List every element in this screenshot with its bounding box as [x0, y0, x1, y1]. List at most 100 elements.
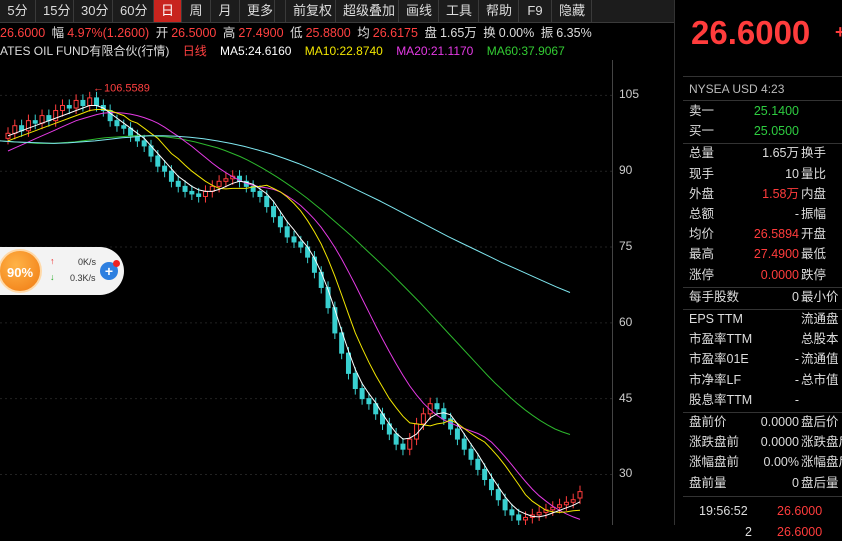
turnover-label: 换	[483, 26, 496, 40]
open-label: 开	[155, 26, 169, 40]
candle-body-43	[298, 241, 304, 248]
candle-body-52	[359, 388, 365, 400]
candle-body-8	[59, 104, 65, 112]
toolbar-item-9[interactable]: 超级叠加	[336, 0, 399, 22]
panel-row-value: 25.0500	[753, 124, 799, 139]
candle-body-40	[277, 216, 283, 228]
candle-body-66	[454, 428, 460, 440]
candle-body-72	[495, 489, 501, 501]
y-tick-1: 90	[619, 163, 633, 178]
toolbar-item-0[interactable]: 5分	[0, 0, 36, 22]
panel-row-12: 市盈率01E - 流通值	[689, 350, 842, 368]
panel-row-right-label: 开盘	[801, 227, 827, 242]
y-tick-5: 30	[619, 466, 633, 481]
candle-body-13	[94, 97, 100, 106]
candle-body-75	[516, 514, 522, 521]
tick-time: 2	[745, 524, 752, 539]
candle-body-68	[468, 448, 474, 460]
panel-price: 26.6000	[691, 14, 811, 51]
candle-body-20	[141, 140, 147, 147]
ma20-line	[7, 112, 581, 520]
ma5-value: MA5:24.6160	[220, 44, 292, 58]
panel-row-right-label: 最低	[801, 247, 827, 262]
y-tick-4: 45	[619, 390, 633, 405]
high-value: 27.4900	[238, 26, 284, 40]
open-value: 26.5000	[171, 26, 217, 40]
toolbar-item-2[interactable]: 30分	[74, 0, 113, 22]
upload-arrow-icon: ↑	[50, 256, 55, 266]
candle-body-63	[434, 403, 440, 410]
toolbar-item-12[interactable]: 帮助	[479, 0, 519, 22]
panel-row-label: 现手	[689, 166, 715, 181]
candle-body-41	[284, 226, 290, 238]
toolbar-item-7[interactable]: 更多	[240, 0, 275, 22]
panel-row-label: 盘前量	[689, 475, 727, 490]
candle-body-28	[196, 193, 202, 197]
candle-body-61	[420, 413, 426, 425]
candle-body-22	[155, 155, 161, 167]
candle-body-60	[414, 423, 420, 440]
instrument-name: ATES OIL FUND有限合伙(行情)	[0, 44, 170, 58]
panel-row-10: EPS TTM 流通盘	[689, 310, 842, 328]
candle-body-48	[332, 307, 338, 334]
turnover-value: 0.00%	[498, 26, 535, 40]
candle-body-26	[182, 185, 188, 192]
panel-row-14: 股息率TTM -	[689, 391, 842, 409]
toolbar-item-13[interactable]: F9	[519, 0, 552, 22]
low-label: 低	[290, 26, 303, 40]
toolbar-item-1[interactable]: 15分	[36, 0, 74, 22]
panel-row-value: 0.00%	[763, 455, 799, 470]
panel-row-value: 10	[785, 166, 799, 181]
candle-body-76	[523, 516, 529, 521]
toolbar-item-10[interactable]: 画线	[399, 0, 439, 22]
y-tick-3: 60	[619, 314, 633, 329]
candle-body-82	[563, 501, 569, 506]
panel-separator	[683, 495, 842, 497]
tick-price: 26.6000	[777, 503, 823, 518]
panel-row-right-label: 换手	[801, 146, 827, 161]
price-axis: 105 90 75 60 45 30	[612, 60, 675, 525]
candle-body-29	[202, 190, 208, 197]
panel-row-right-label: 涨跌盘后	[801, 435, 842, 450]
toolbar-spacer	[275, 0, 286, 22]
panel-row-11: 市盈率TTM 总股本	[689, 330, 842, 348]
tick-row-1: 2 26.6000	[689, 523, 842, 541]
candle-body-46	[318, 271, 324, 288]
candle-body-58	[400, 443, 406, 450]
candle-body-73	[502, 499, 508, 511]
panel-row-right-label: 总市值	[801, 372, 839, 387]
panel-row-value: 0.0000	[760, 267, 799, 282]
toolbar-item-6[interactable]: 月	[211, 0, 240, 22]
toolbar-item-14[interactable]: 隐藏	[552, 0, 592, 22]
candle-body-51	[352, 372, 358, 390]
toolbar-item-3[interactable]: 60分	[113, 0, 154, 22]
panel-row-18: 盘前量 0 盘后量	[689, 474, 842, 492]
memory-gauge[interactable]: 90%	[0, 249, 42, 293]
toolbar-item-8[interactable]: 前复权	[286, 0, 336, 22]
ma20-value: MA20:21.1170	[396, 44, 474, 58]
panel-row-value: 0	[792, 475, 799, 490]
panel-row-label: 均价	[689, 227, 715, 242]
toolbar-item-4[interactable]: 日	[154, 0, 182, 22]
candle-body-67	[461, 438, 467, 450]
candle-body-71	[488, 479, 494, 491]
panel-row-right-label: 流通盘	[801, 312, 839, 326]
panel-row-value: 0	[792, 289, 799, 304]
candle-body-59	[407, 438, 413, 450]
panel-row-9: 每手股数 0 最小价	[689, 288, 842, 306]
candle-body-70	[482, 468, 488, 481]
toolbar-item-11[interactable]: 工具	[439, 0, 479, 22]
panel-row-3: 现手 10 量比	[689, 165, 842, 183]
volume-label: 盘	[424, 26, 437, 40]
panel-row-label: 涨停	[689, 267, 715, 282]
candle-body-9	[66, 104, 72, 109]
panel-row-17: 涨幅盘前 0.00%涨幅盘后	[689, 453, 842, 471]
candle-body-11	[80, 99, 86, 106]
panel-row-label: 卖一	[689, 104, 715, 118]
toolbar-item-5[interactable]: 周	[182, 0, 211, 22]
candle-body-17	[121, 125, 127, 129]
panel-row-label: 总额	[689, 207, 715, 221]
candle-body-27	[189, 190, 195, 195]
network-speed-widget[interactable]: 90% ↑ 0K/s ↓ 0.3K/s +	[0, 247, 124, 295]
panel-row-value: 1.58万	[762, 186, 799, 201]
